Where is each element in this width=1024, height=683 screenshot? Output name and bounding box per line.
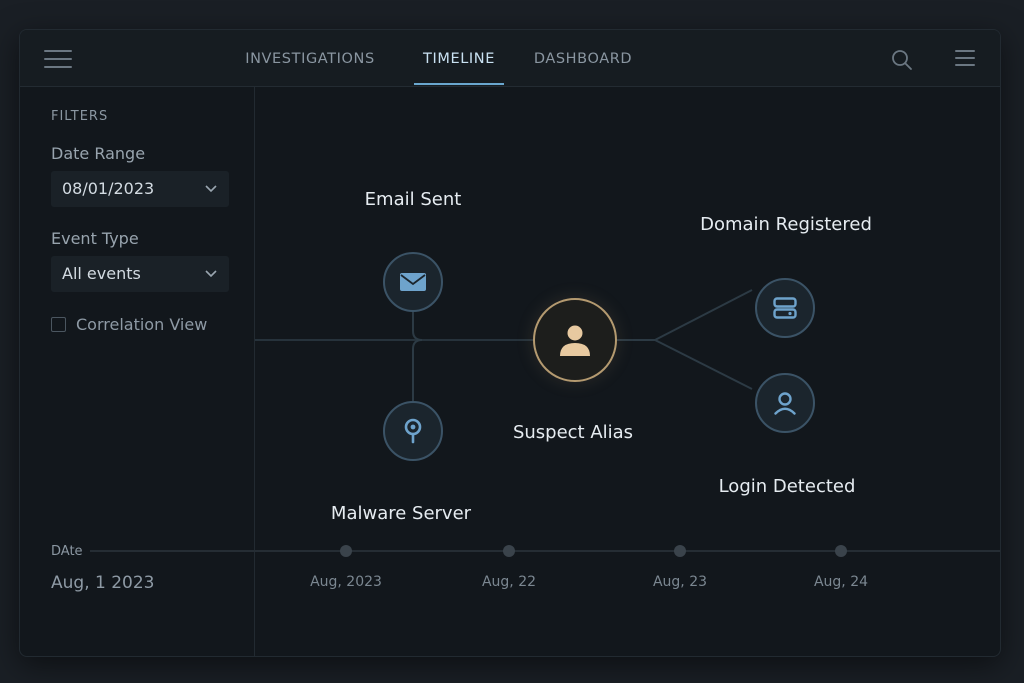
app-window: INVESTIGATIONS TIMELINE DASHBOARD FILTER… xyxy=(19,29,1001,657)
email-sent-node[interactable] xyxy=(383,252,443,312)
filters-heading: FILTERS xyxy=(51,109,109,124)
timeline-tick[interactable] xyxy=(835,545,847,557)
date-label: DAte xyxy=(51,544,83,559)
chevron-down-icon xyxy=(205,270,217,278)
login-detected-label: Login Detected xyxy=(718,476,856,497)
server-icon xyxy=(773,297,797,319)
graph-links xyxy=(255,289,753,401)
timeline-tick-label: Aug, 23 xyxy=(652,574,708,590)
map-pin-icon xyxy=(404,418,422,444)
event-type-select[interactable]: All events xyxy=(51,256,229,292)
search-icon[interactable] xyxy=(890,48,914,72)
hamburger-icon[interactable] xyxy=(44,50,72,68)
user-icon xyxy=(774,392,796,415)
active-tab-indicator xyxy=(414,83,504,85)
timeline-axis xyxy=(90,550,1000,552)
event-type-label: Event Type xyxy=(51,229,139,248)
timeline-tick[interactable] xyxy=(503,545,515,557)
filters-sidebar: FILTERS Date Range 08/01/2023 Event Type… xyxy=(20,87,255,656)
event-type-value: All events xyxy=(62,264,141,283)
person-icon xyxy=(560,325,590,356)
malware-server-node[interactable] xyxy=(383,401,443,461)
date-value: Aug, 1 2023 xyxy=(51,573,155,593)
login-detected-node[interactable] xyxy=(755,373,815,433)
menu-icon[interactable] xyxy=(955,50,977,68)
tab-dashboard[interactable]: DASHBOARD xyxy=(528,30,638,86)
timeline-tick[interactable] xyxy=(340,545,352,557)
timeline-tick-label: Aug, 24 xyxy=(813,574,869,590)
suspect-alias-label: Suspect Alias xyxy=(512,422,634,443)
timeline-tick-label: Aug, 2023 xyxy=(310,574,382,590)
date-range-label: Date Range xyxy=(51,144,146,163)
date-range-value: 08/01/2023 xyxy=(62,179,155,198)
correlation-view-label: Correlation View xyxy=(76,315,208,334)
envelope-icon xyxy=(400,273,426,291)
tab-investigations[interactable]: INVESTIGATIONS xyxy=(240,30,380,86)
tab-timeline[interactable]: TIMELINE xyxy=(414,30,504,86)
top-navigation-bar: INVESTIGATIONS TIMELINE DASHBOARD xyxy=(20,30,1000,87)
malware-server-label: Malware Server xyxy=(330,503,472,524)
email-sent-label: Email Sent xyxy=(364,189,462,210)
chevron-down-icon xyxy=(205,185,217,193)
timeline-tick[interactable] xyxy=(674,545,686,557)
date-range-select[interactable]: 08/01/2023 xyxy=(51,171,229,207)
domain-registered-label: Domain Registered xyxy=(700,214,872,235)
suspect-alias-node[interactable] xyxy=(533,298,617,382)
timeline-graph: Email Sent Malware Server Suspect Alias … xyxy=(255,87,1000,656)
domain-registered-node[interactable] xyxy=(755,278,815,338)
correlation-view-checkbox[interactable] xyxy=(51,317,66,332)
timeline-tick-label: Aug, 22 xyxy=(481,574,537,590)
